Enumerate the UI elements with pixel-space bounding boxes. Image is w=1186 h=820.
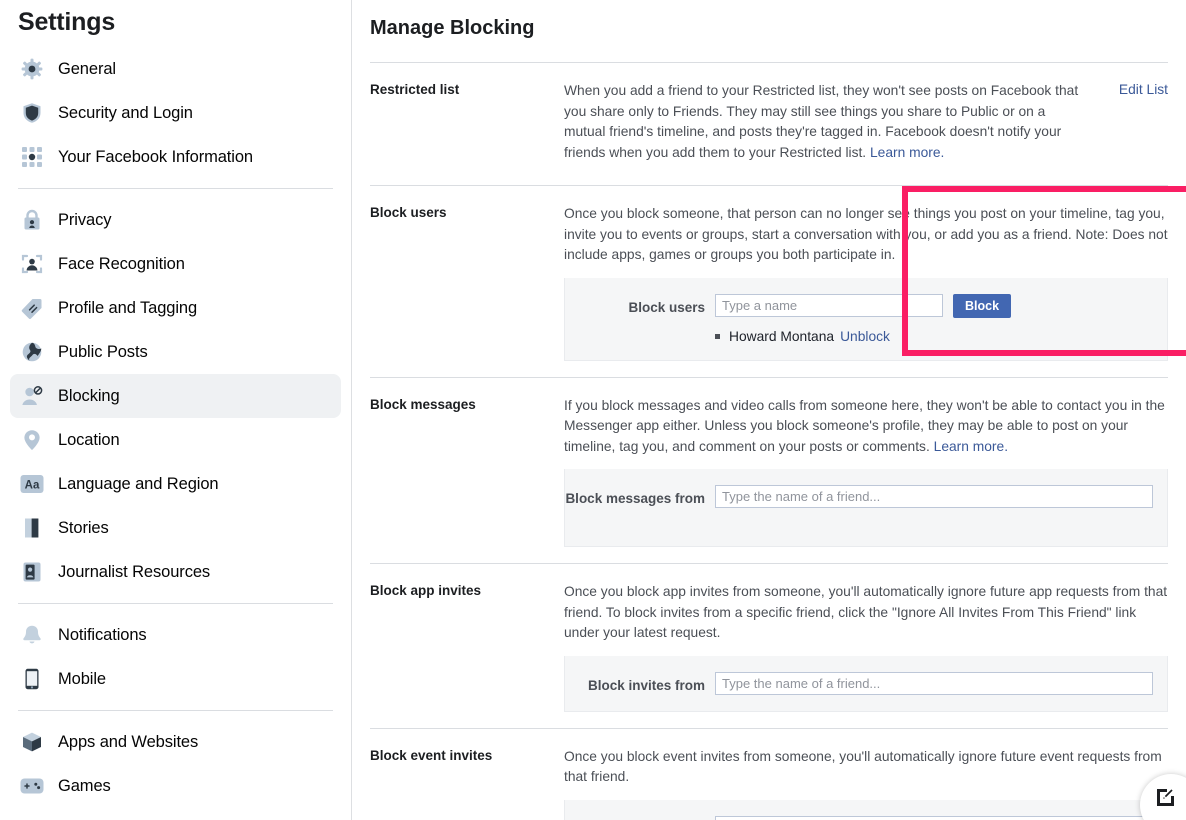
location-pin-icon — [18, 426, 46, 454]
sidebar-item-label: Stories — [58, 518, 109, 537]
section-label: Block messages — [370, 396, 476, 412]
settings-page: Settings General Security and Login Your… — [0, 0, 1186, 820]
sidebar-item-language-and-region[interactable]: Aa Language and Region — [10, 462, 341, 506]
description-text: If you block messages and video calls fr… — [564, 397, 1165, 454]
sidebar-item-privacy[interactable]: Privacy — [10, 198, 341, 242]
section-description: Once you block app invites from someone,… — [564, 584, 1168, 640]
section-block-event-invites: Block event invites Once you block event… — [352, 729, 1186, 820]
shield-icon — [18, 99, 46, 127]
blocked-users-list: Howard Montana Unblock — [565, 329, 1153, 344]
game-controller-icon — [18, 772, 46, 800]
sidebar-divider — [18, 603, 333, 604]
sidebar-item-label: Mobile — [58, 669, 107, 688]
block-button[interactable]: Block — [953, 293, 1012, 318]
block-app-invites-form: Block invites from — [564, 655, 1168, 712]
section-description: Once you block event invites from someon… — [564, 748, 1162, 785]
unblock-link[interactable]: Unblock — [840, 329, 890, 344]
sidebar-item-face-recognition[interactable]: Face Recognition — [10, 242, 341, 286]
sidebar-item-general[interactable]: General — [10, 47, 341, 91]
globe-icon — [18, 338, 46, 366]
block-event-invites-input[interactable] — [715, 815, 1153, 820]
learn-more-link[interactable]: Learn more. — [870, 145, 944, 160]
lock-icon — [18, 206, 46, 234]
sidebar-item-stories[interactable]: Stories — [10, 506, 341, 550]
block-messages-field-label: Block messages from — [565, 491, 705, 506]
block-app-invites-field-label: Block invites from — [587, 677, 705, 693]
section-block-messages: Block messages If you block messages and… — [352, 378, 1186, 547]
sidebar-item-mobile[interactable]: Mobile — [10, 657, 341, 701]
sidebar-item-blocking[interactable]: Blocking — [10, 374, 341, 418]
blocked-user-icon — [18, 382, 46, 410]
edit-pencil-icon — [1155, 787, 1186, 820]
face-scan-icon — [18, 250, 46, 278]
block-messages-form: Block messages from — [564, 469, 1168, 547]
bullet-icon — [715, 333, 720, 339]
bell-icon — [18, 621, 46, 649]
sidebar-divider — [18, 188, 333, 189]
section-restricted-list: Restricted list When you add a friend to… — [352, 63, 1186, 163]
book-icon — [18, 514, 46, 542]
sidebar-item-label: General — [58, 59, 117, 78]
sidebar-item-location[interactable]: Location — [10, 418, 341, 462]
sidebar-item-label: Privacy — [58, 210, 112, 229]
language-aa-icon: Aa — [18, 470, 46, 498]
grid-dots-icon — [18, 143, 46, 171]
phone-icon — [18, 665, 46, 693]
sidebar-item-public-posts[interactable]: Public Posts — [10, 330, 341, 374]
section-label: Block users — [370, 205, 447, 220]
id-badge-icon — [18, 558, 46, 586]
edit-list-link[interactable]: Edit List — [1119, 82, 1168, 97]
tag-icon — [18, 294, 46, 322]
sidebar-item-profile-and-tagging[interactable]: Profile and Tagging — [10, 286, 341, 330]
svg-text:Aa: Aa — [25, 480, 40, 492]
block-users-field-label: Block users — [628, 299, 705, 315]
blocked-user-name: Howard Montana — [729, 328, 835, 344]
sidebar-item-partial-cutoff[interactable] — [10, 808, 341, 820]
sidebar-item-label: Blocking — [58, 386, 120, 405]
sidebar-item-label: Games — [58, 776, 111, 795]
block-event-invites-field-label: Block invites from — [565, 816, 715, 820]
sidebar-item-games[interactable]: Games — [10, 764, 341, 808]
list-item: Howard Montana Unblock — [715, 329, 1153, 344]
section-description: If you block messages and video calls fr… — [564, 396, 1168, 458]
gear-icon — [18, 55, 46, 83]
sidebar-divider — [18, 710, 333, 711]
sidebar-item-label: Language and Region — [58, 474, 219, 493]
sidebar-item-label: Face Recognition — [58, 254, 185, 273]
main-title: Manage Blocking — [370, 17, 535, 39]
section-block-app-invites: Block app invites Once you block app inv… — [352, 564, 1186, 712]
cube-icon — [18, 728, 46, 756]
partial-icon — [18, 816, 46, 820]
sidebar-item-label: Profile and Tagging — [58, 298, 198, 317]
section-description: When you add a friend to your Restricted… — [564, 81, 1168, 163]
block-users-form: Block users Block Howard Montana Unblock — [564, 277, 1168, 361]
sidebar-item-your-facebook-information[interactable]: Your Facebook Information — [10, 135, 341, 179]
sidebar-item-journalist-resources[interactable]: Journalist Resources — [10, 550, 341, 594]
description-text: When you add a friend to your Restricted… — [564, 83, 1079, 160]
sidebar-item-label: Public Posts — [58, 342, 148, 361]
settings-sidebar: Settings General Security and Login Your… — [0, 0, 352, 820]
section-label: Block event invites — [370, 747, 493, 763]
section-block-users: Block users Once you block someone, that… — [352, 186, 1186, 361]
page-title: Settings — [18, 8, 116, 36]
sidebar-item-label: Location — [58, 430, 120, 449]
sidebar-item-apps-and-websites[interactable]: Apps and Websites — [10, 720, 341, 764]
block-app-invites-input[interactable] — [715, 671, 1153, 695]
sidebar-item-security-and-login[interactable]: Security and Login — [10, 91, 341, 135]
section-label: Restricted list — [370, 82, 460, 97]
section-description: Once you block someone, that person can … — [564, 206, 1168, 262]
block-event-invites-form: Block invites from — [564, 799, 1168, 820]
main-content: Manage Blocking Restricted list When you… — [352, 0, 1186, 820]
section-label: Block app invites — [370, 583, 482, 598]
block-messages-input[interactable] — [715, 485, 1153, 508]
sidebar-item-notifications[interactable]: Notifications — [10, 613, 341, 657]
learn-more-link[interactable]: Learn more. — [934, 439, 1008, 454]
sidebar-item-label: Notifications — [58, 625, 147, 644]
block-users-input[interactable] — [715, 293, 943, 317]
sidebar-item-label: Security and Login — [58, 103, 193, 122]
sidebar-item-label: Journalist Resources — [58, 562, 211, 581]
sidebar-item-label: Apps and Websites — [58, 732, 199, 751]
sidebar-item-label: Your Facebook Information — [58, 147, 254, 166]
